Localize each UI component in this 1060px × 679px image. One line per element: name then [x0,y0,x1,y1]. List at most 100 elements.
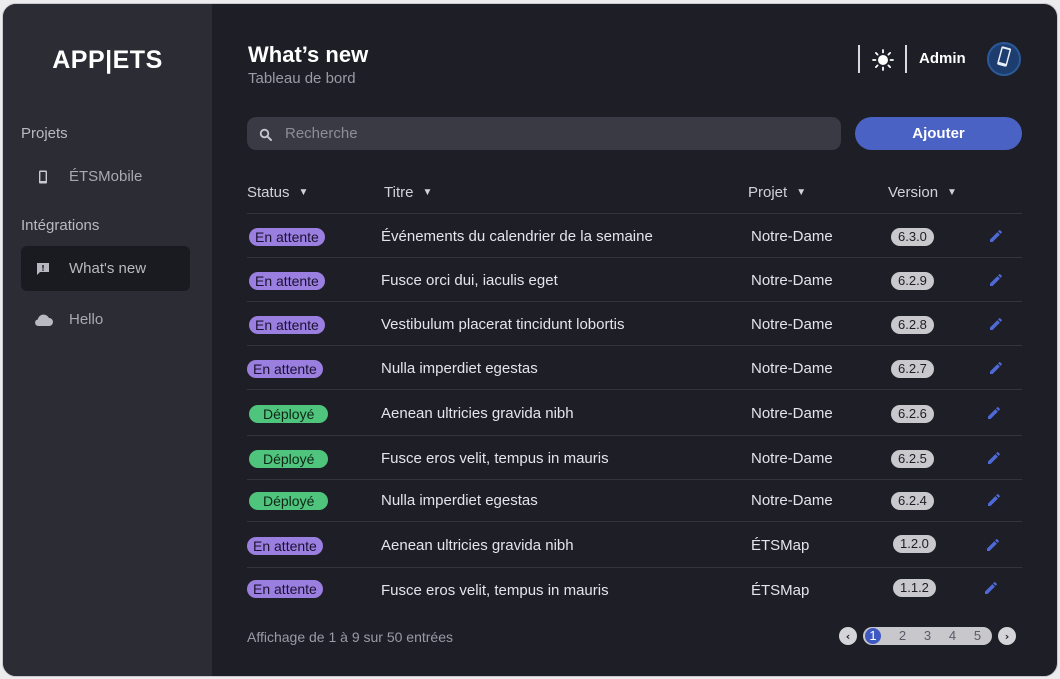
chevron-left-icon[interactable]: ‹ [839,627,857,645]
caret-down-icon: ▼ [298,187,309,198]
table-row[interactable]: En attente Événements du calendrier de l… [247,214,1022,258]
edit-icon[interactable] [985,491,1003,509]
edit-icon[interactable] [984,536,1002,554]
table-row[interactable]: En attente Fusce eros velit, tempus in m… [247,568,1022,612]
version-badge: 6.2.6 [891,405,934,423]
row-project: Notre-Dame [751,405,833,422]
row-title: Aenean ultricies gravida nibh [381,537,574,554]
edit-icon[interactable] [987,359,1005,377]
version-badge: 6.2.9 [891,272,934,290]
row-title: Aenean ultricies gravida nibh [381,405,574,422]
table-row[interactable]: En attente Vestibulum placerat tincidunt… [247,302,1022,346]
smartphone-icon [33,167,53,187]
page-list: 1 2 3 4 5 [863,627,992,645]
page-button[interactable]: 4 [940,628,965,644]
status-badge: En attente [249,316,325,334]
table-row[interactable]: En attente Fusce orci dui, iaculis eget … [247,258,1022,302]
sidebar-item-whats-new[interactable]: What's new [21,246,190,291]
cloud-icon [33,310,53,330]
app-window: APP|ETS Projets ÉTSMobile Intégrations W… [2,3,1058,677]
feedback-icon [33,259,53,279]
row-project: Notre-Dame [751,360,833,377]
version-badge: 6.3.0 [891,228,934,246]
version-badge: 1.2.0 [893,535,936,553]
version-badge: 6.2.5 [891,450,934,468]
row-title: Nulla imperdiet egestas [381,492,538,509]
divider [858,45,860,73]
sun-icon[interactable] [872,49,894,71]
user-name[interactable]: Admin [919,50,966,67]
page-button[interactable]: 2 [890,628,915,644]
status-badge: En attente [247,537,323,555]
page-title: What’s new [248,42,369,67]
status-badge: En attente [247,580,323,598]
sidebar-item-label: Hello [69,311,104,328]
search-icon [259,127,273,141]
table-row[interactable]: Déployé Nulla imperdiet egestas Notre-Da… [247,480,1022,522]
column-header-project[interactable]: Projet ▼ [748,184,806,201]
pagination-info: Affichage de 1 à 9 sur 50 entrées [247,629,453,645]
edit-icon[interactable] [985,449,1003,467]
sidebar-item-label: What's new [69,260,147,277]
row-project: ÉTSMap [751,582,810,599]
column-label: Status [247,184,290,201]
column-header-status[interactable]: Status ▼ [247,184,308,201]
row-title: Fusce eros velit, tempus in mauris [381,450,609,467]
chevron-right-icon[interactable]: › [998,627,1016,645]
table-row[interactable]: En attente Aenean ultricies gravida nibh… [247,522,1022,568]
column-label: Projet [748,184,788,201]
edit-icon[interactable] [987,227,1005,245]
sidebar-item-etsmobile[interactable]: ÉTSMobile [21,154,190,199]
section-label-projects: Projets [21,125,68,142]
table-header: Status ▼ Titre ▼ Projet ▼ Version ▼ [247,180,1022,214]
status-badge: En attente [249,272,325,290]
section-label-integrations: Intégrations [21,217,100,234]
avatar[interactable] [987,42,1021,76]
page-button[interactable]: 1 [865,628,881,644]
row-project: Notre-Dame [751,228,833,245]
page-button[interactable]: 5 [965,628,990,644]
version-badge: 6.2.4 [891,492,934,510]
edit-icon[interactable] [985,404,1003,422]
app-logo[interactable]: APP|ETS [3,46,212,75]
search-bar[interactable] [247,117,841,150]
page-button[interactable]: 3 [915,628,940,644]
status-badge: Déployé [249,405,329,423]
page-subtitle: Tableau de bord [248,70,356,87]
column-header-version[interactable]: Version ▼ [888,184,957,201]
edit-icon[interactable] [987,271,1005,289]
column-header-title[interactable]: Titre ▼ [384,184,432,201]
table-body: En attente Événements du calendrier de l… [247,214,1022,612]
caret-down-icon: ▼ [947,187,957,198]
sidebar: APP|ETS Projets ÉTSMobile Intégrations W… [3,4,212,676]
status-badge: Déployé [249,492,329,510]
pagination: ‹ 1 2 3 4 5 › [839,626,1016,646]
status-badge: En attente [249,228,325,246]
table-row[interactable]: Déployé Fusce eros velit, tempus in maur… [247,436,1022,480]
version-badge: 6.2.7 [891,360,934,378]
status-badge: Déployé [249,450,329,468]
sidebar-item-hello[interactable]: Hello [21,297,190,342]
row-title: Nulla imperdiet egestas [381,360,538,377]
add-button[interactable]: Ajouter [855,117,1022,150]
phone-avatar-icon [996,46,1012,72]
version-badge: 1.1.2 [893,579,936,597]
table-row[interactable]: En attente Nulla imperdiet egestas Notre… [247,346,1022,390]
row-project: ÉTSMap [751,537,810,554]
row-title: Fusce eros velit, tempus in mauris [381,582,609,599]
search-input[interactable] [285,125,841,142]
row-project: Notre-Dame [751,316,833,333]
row-project: Notre-Dame [751,492,833,509]
row-title: Vestibulum placerat tincidunt lobortis [381,316,625,333]
row-project: Notre-Dame [751,272,833,289]
caret-down-icon: ▼ [422,187,433,198]
row-project: Notre-Dame [751,450,833,467]
table-row[interactable]: Déployé Aenean ultricies gravida nibh No… [247,390,1022,436]
row-title: Événements du calendrier de la semaine [381,228,653,245]
divider [905,45,907,73]
caret-down-icon: ▼ [796,187,807,198]
edit-icon[interactable] [987,315,1005,333]
main-content: What’s new Tableau de bord Admin Recherc… [212,4,1057,676]
row-title: Fusce orci dui, iaculis eget [381,272,558,289]
edit-icon[interactable] [982,579,1000,597]
